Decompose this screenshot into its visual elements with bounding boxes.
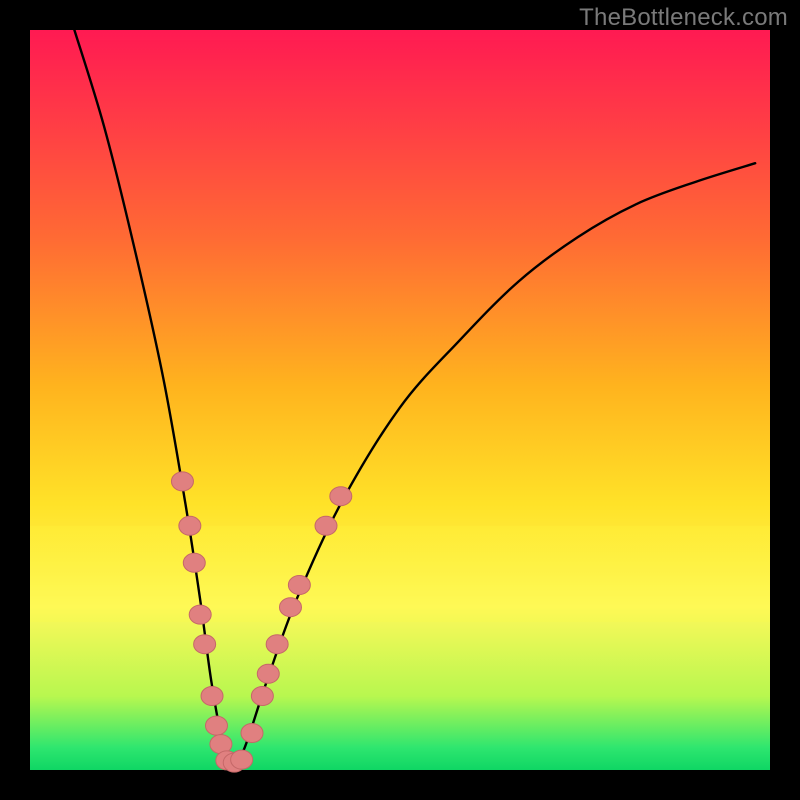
data-marker bbox=[179, 516, 201, 535]
curve-svg bbox=[30, 30, 770, 770]
data-marker bbox=[205, 716, 227, 735]
data-marker bbox=[266, 635, 288, 654]
data-marker bbox=[231, 750, 253, 769]
bottleneck-curve bbox=[74, 30, 755, 763]
data-marker bbox=[315, 516, 337, 535]
chart-frame: TheBottleneck.com bbox=[0, 0, 800, 800]
data-marker bbox=[194, 635, 216, 654]
data-marker bbox=[288, 576, 310, 595]
data-marker bbox=[251, 687, 273, 706]
data-marker bbox=[201, 687, 223, 706]
data-marker bbox=[279, 598, 301, 617]
data-marker bbox=[257, 664, 279, 683]
data-marker bbox=[241, 724, 263, 743]
data-marker bbox=[171, 472, 193, 491]
data-marker bbox=[183, 553, 205, 572]
data-marker bbox=[189, 605, 211, 624]
plot-area bbox=[30, 30, 770, 770]
data-marker bbox=[330, 487, 352, 506]
watermark-text: TheBottleneck.com bbox=[579, 4, 788, 32]
data-markers bbox=[171, 472, 351, 772]
